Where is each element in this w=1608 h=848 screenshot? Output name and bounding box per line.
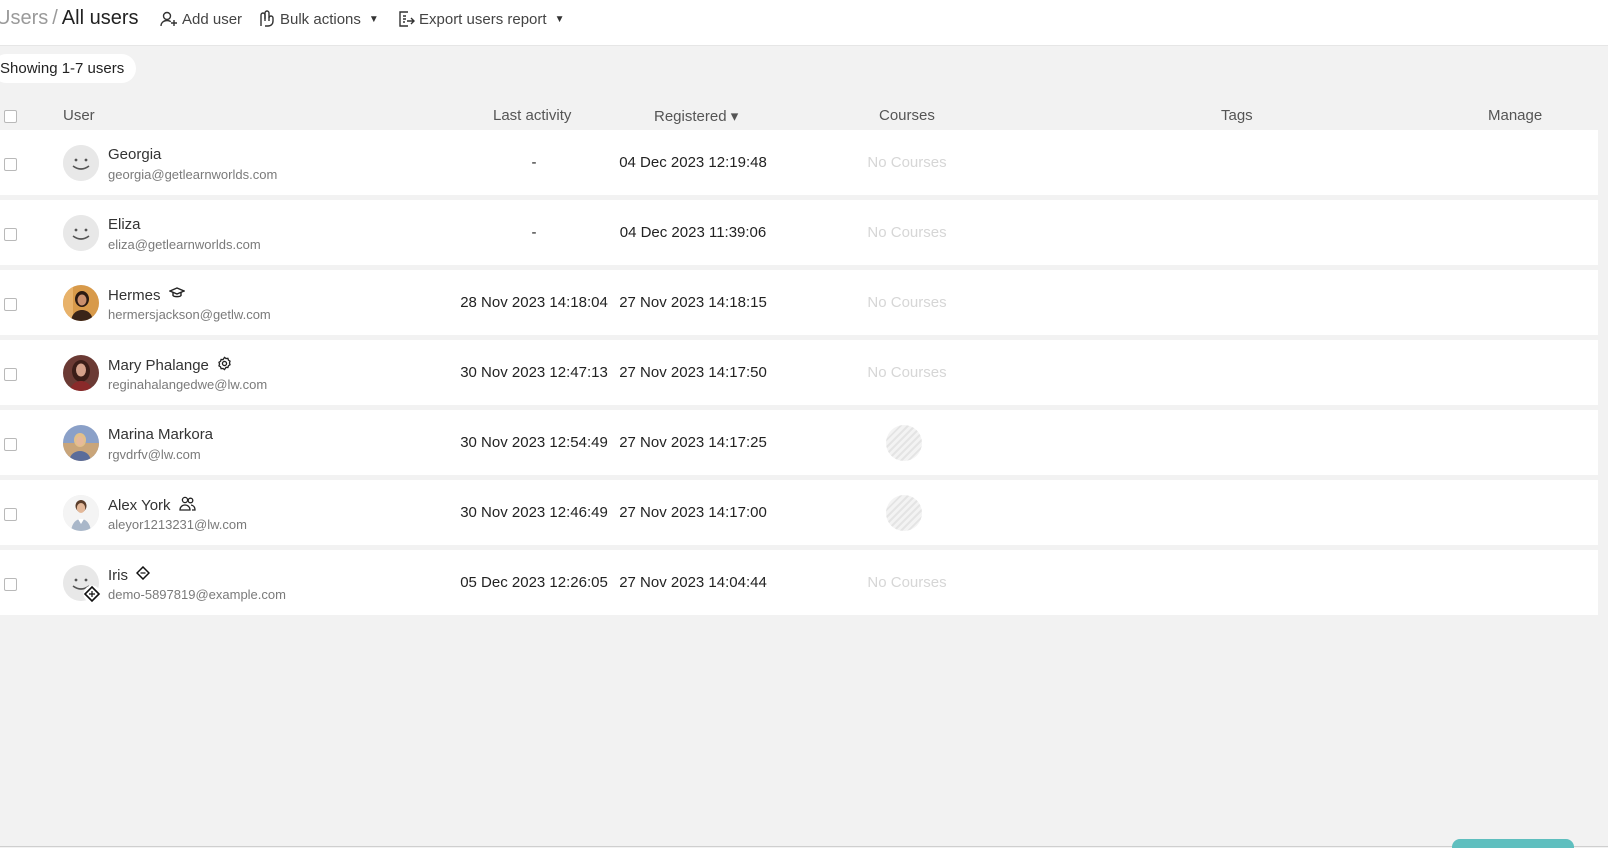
user-photo-avatar	[63, 495, 99, 531]
registered-date: 27 Nov 2023 14:17:50	[619, 364, 767, 381]
export-icon	[397, 10, 415, 28]
last-activity: -	[531, 154, 537, 171]
table-row[interactable]: Marina Markora rgvdrfv@lw.com 30 Nov 202…	[0, 410, 1598, 475]
user-name[interactable]: Georgia	[108, 146, 161, 163]
table-row[interactable]: Georgia georgia@getlearnworlds.com - 04 …	[0, 130, 1598, 195]
column-header-courses: Courses	[879, 107, 935, 124]
user-name[interactable]: Marina Markora	[108, 426, 213, 443]
user-name[interactable]: Eliza	[108, 216, 141, 233]
table-row[interactable]: Eliza eliza@getlearnworlds.com - 04 Dec …	[0, 200, 1598, 265]
registered-date: 04 Dec 2023 12:19:48	[619, 154, 767, 171]
course-thumbnail[interactable]	[886, 495, 922, 531]
registered-date: 04 Dec 2023 11:39:06	[619, 224, 767, 241]
table-row[interactable]: Hermes hermersjackson@getlw.com 28 Nov 2…	[0, 270, 1598, 335]
column-header-last-activity[interactable]: Last activity	[493, 107, 571, 124]
user-email: reginahalangedwe@lw.com	[108, 377, 268, 392]
chevron-down-icon: ▼	[368, 13, 379, 25]
breadcrumb-users-link[interactable]: Users	[0, 7, 48, 29]
no-courses-label: No Courses	[867, 154, 947, 171]
floating-action-button[interactable]	[1452, 839, 1574, 848]
table-header: User Last activity Registered ▾ Courses …	[0, 104, 1598, 130]
table-row[interactable]: Iris demo-5897819@example.com 05 Dec 202…	[0, 550, 1598, 615]
row-checkbox[interactable]	[4, 228, 17, 241]
breadcrumb: Users / All users	[0, 7, 139, 30]
user-photo-avatar	[63, 425, 99, 461]
user-email: aleyor1213231@lw.com	[108, 517, 247, 532]
user-email: hermersjackson@getlw.com	[108, 307, 271, 322]
row-checkbox[interactable]	[4, 508, 17, 521]
user-email: rgvdrfv@lw.com	[108, 447, 201, 462]
column-header-manage: Manage	[1488, 107, 1543, 124]
registered-date: 27 Nov 2023 14:18:15	[619, 294, 767, 311]
results-count-badge: Showing 1-7 users	[0, 54, 137, 83]
column-header-user[interactable]: User	[63, 107, 95, 124]
add-user-label: Add user	[182, 10, 243, 28]
users-icon	[178, 496, 196, 515]
user-photo-avatar	[63, 355, 99, 391]
diamond-badge-icon	[83, 585, 101, 603]
gear-badge-icon	[217, 356, 232, 375]
no-courses-label: No Courses	[867, 294, 947, 311]
last-activity: -	[531, 224, 537, 241]
bulk-actions-button[interactable]: Bulk actions ▼	[258, 8, 379, 30]
bulk-actions-icon	[258, 10, 276, 28]
smiley-avatar	[63, 145, 99, 181]
export-users-report-label: Export users report	[419, 10, 547, 28]
registered-date: 27 Nov 2023 14:17:00	[619, 504, 767, 521]
row-checkbox[interactable]	[4, 158, 17, 171]
smiley-avatar	[63, 215, 99, 251]
user-name[interactable]: Hermes	[108, 286, 186, 304]
smiley-avatar	[63, 565, 101, 603]
chevron-down-icon: ▼	[554, 13, 565, 25]
top-bar: Users / All users Add user Bulk actions ▼ …	[0, 0, 1608, 46]
last-activity: 28 Nov 2023 14:18:04	[460, 294, 608, 311]
user-name[interactable]: Mary Phalange	[108, 356, 232, 375]
table-row[interactable]: Mary Phalange reginahalangedwe@lw.com 30…	[0, 340, 1598, 405]
row-checkbox[interactable]	[4, 578, 17, 591]
user-name[interactable]: Alex York	[108, 496, 196, 515]
column-header-registered[interactable]: Registered ▾	[654, 107, 738, 125]
bulk-actions-label: Bulk actions	[280, 10, 361, 28]
user-photo-avatar	[63, 285, 99, 321]
user-email: georgia@getlearnworlds.com	[108, 167, 278, 182]
select-all-checkbox[interactable]	[4, 110, 17, 123]
no-courses-label: No Courses	[867, 574, 947, 591]
footer-divider	[0, 846, 1608, 847]
users-table: Georgia georgia@getlearnworlds.com - 04 …	[0, 130, 1598, 620]
last-activity: 05 Dec 2023 12:26:05	[460, 574, 608, 591]
graduation-cap-icon	[167, 286, 186, 304]
add-user-button[interactable]: Add user	[160, 8, 242, 30]
user-email: demo-5897819@example.com	[108, 587, 286, 602]
add-user-icon	[160, 10, 178, 28]
course-thumbnail[interactable]	[886, 425, 922, 461]
last-activity: 30 Nov 2023 12:47:13	[460, 364, 608, 381]
registered-date: 27 Nov 2023 14:17:25	[619, 434, 767, 451]
diamond-icon	[135, 565, 151, 584]
user-name[interactable]: Iris	[108, 565, 151, 584]
row-checkbox[interactable]	[4, 438, 17, 451]
export-users-report-button[interactable]: Export users report ▼	[397, 8, 564, 30]
user-email: eliza@getlearnworlds.com	[108, 237, 261, 252]
no-courses-label: No Courses	[867, 224, 947, 241]
registered-date: 27 Nov 2023 14:04:44	[619, 574, 767, 591]
last-activity: 30 Nov 2023 12:54:49	[460, 434, 608, 451]
breadcrumb-separator: /	[52, 7, 58, 29]
page-title: All users	[61, 7, 139, 29]
table-row[interactable]: Alex York aleyor1213231@lw.com 30 Nov 20…	[0, 480, 1598, 545]
row-checkbox[interactable]	[4, 298, 17, 311]
row-checkbox[interactable]	[4, 368, 17, 381]
column-header-tags: Tags	[1221, 107, 1253, 124]
no-courses-label: No Courses	[867, 364, 947, 381]
last-activity: 30 Nov 2023 12:46:49	[460, 504, 608, 521]
